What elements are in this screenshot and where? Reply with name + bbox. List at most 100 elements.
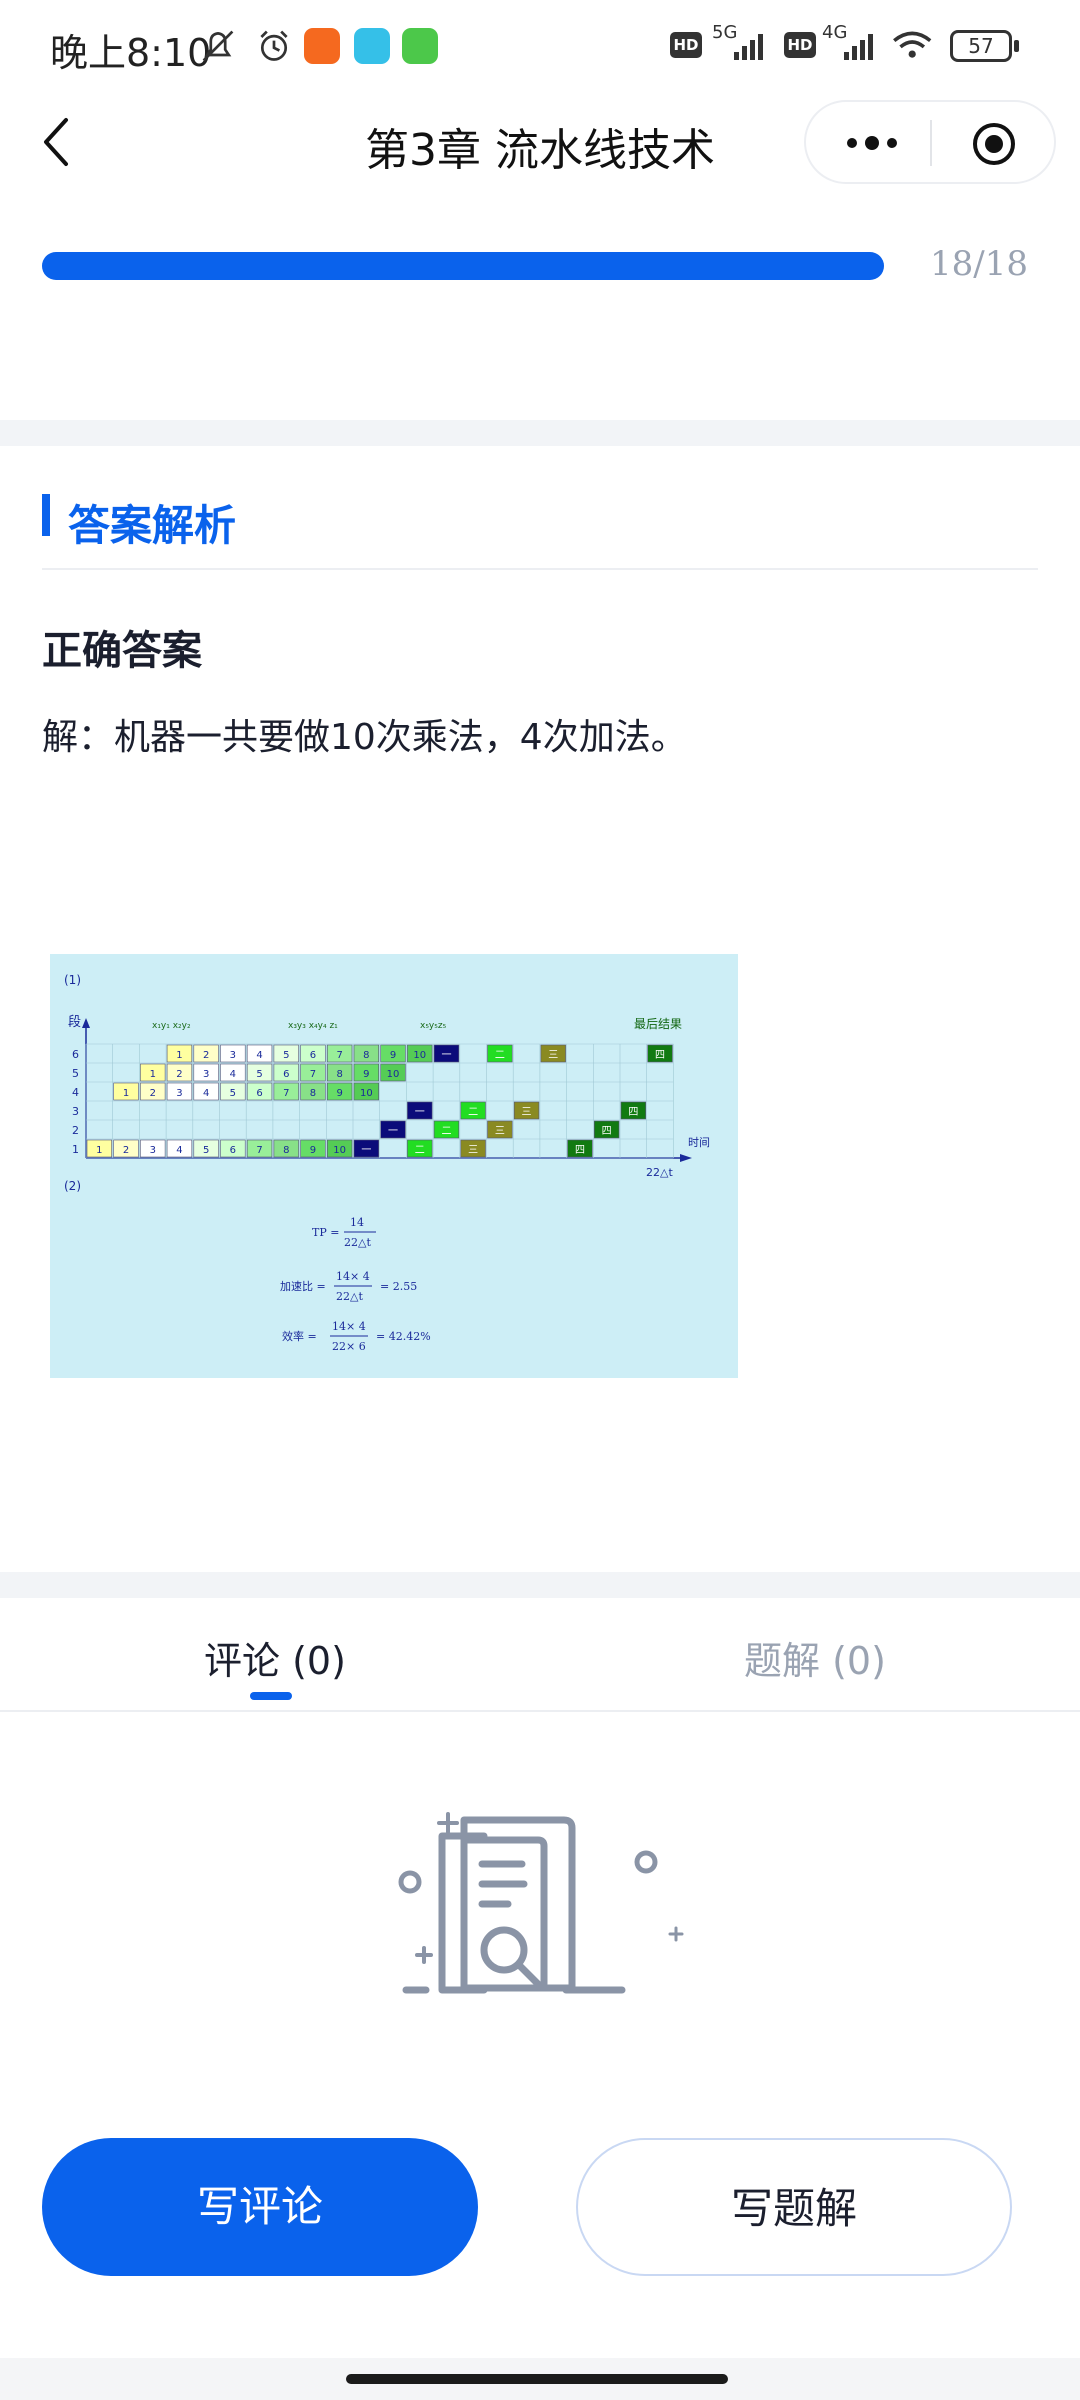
mult-cell-text: 9	[336, 1088, 342, 1099]
final-result-label: 最后结果	[634, 1017, 682, 1031]
mult-cell-text: 3	[203, 1069, 209, 1080]
status-bar: 晚上8:10 HD 5G HD 4G 57	[0, 0, 1080, 92]
x-axis-label: 时间	[688, 1136, 710, 1149]
y-axis-arrow	[82, 1018, 90, 1028]
menu-capsule	[804, 100, 1056, 184]
formulas: TP = 14 22△t 加速比 = 14× 4 22△t = 2.55 效率 …	[280, 1216, 431, 1353]
mult-cell-text: 10	[333, 1145, 346, 1156]
add-cell-text: 四	[575, 1145, 585, 1156]
solution-figure[interactable]: (1) 段 6 5 4 3 2 1 1 2 3 4 5 6 7 8 9 10 1 2 3 4 5 6 7 8 9 10 1 2 3 4 5…	[50, 954, 738, 1378]
mult-cell-text: 4	[230, 1069, 236, 1080]
navigation-bar: 第3章 流水线技术	[0, 92, 1080, 232]
mult-cell-text: 1	[150, 1069, 156, 1080]
tp-num: 14	[350, 1216, 364, 1229]
alarm-icon	[260, 30, 288, 61]
progress-bar	[42, 252, 884, 280]
mult-cell-text: 6	[283, 1069, 289, 1080]
add-cell-text: 一	[415, 1107, 425, 1118]
eff-num: 14× 4	[332, 1320, 366, 1333]
eff-val: = 42.42%	[376, 1330, 431, 1343]
write-comment-button[interactable]: 写评论	[42, 2138, 478, 2276]
mult-cell-text: 5	[203, 1145, 209, 1156]
mult-cell-text: 2	[123, 1145, 129, 1156]
add-cell-text: 三	[522, 1107, 532, 1118]
mult-cell-text: 3	[150, 1145, 156, 1156]
mult-cell-text: 6	[310, 1050, 316, 1061]
part1-label: (1)	[64, 973, 81, 987]
tp-left: TP =	[312, 1226, 339, 1239]
capsule-divider	[930, 120, 932, 166]
answer-explanation-text: 解：机器一共要做10次乘法，4次加法。	[42, 717, 687, 758]
x-axis-arrow	[680, 1154, 692, 1162]
mult-cell-text: 8	[283, 1145, 289, 1156]
mult-cell-text: 10	[360, 1088, 373, 1099]
mult-cell-text: 2	[203, 1050, 209, 1061]
part2-label: (2)	[64, 1179, 81, 1193]
mult-cell-text: 1	[176, 1050, 182, 1061]
target-close-icon[interactable]	[970, 120, 1018, 168]
mult-cell-text: 3	[230, 1050, 236, 1061]
mult-cell-text: 2	[176, 1069, 182, 1080]
mult-cell-text: 1	[96, 1145, 102, 1156]
progress-bar-fill	[42, 252, 884, 280]
speedup-num: 14× 4	[336, 1270, 370, 1283]
plane-app-icon	[354, 28, 390, 64]
add-cell-text: 三	[468, 1145, 478, 1156]
home-indicator[interactable]	[346, 2374, 728, 2384]
add-cell-text: 二	[468, 1107, 478, 1118]
mult-cell-text: 8	[310, 1088, 316, 1099]
mult-cell-text: 2	[150, 1088, 156, 1099]
hd-badge-1: HD	[670, 32, 702, 58]
stage-label: 1	[72, 1143, 79, 1156]
mult-cell-text: 3	[176, 1088, 182, 1099]
add-cell-text: 四	[628, 1107, 638, 1118]
add-cell-text: 一	[388, 1126, 398, 1137]
mult-cell-text: 9	[363, 1069, 369, 1080]
write-solution-button[interactable]: 写题解	[576, 2138, 1012, 2276]
mult-cell-text: 7	[336, 1050, 342, 1061]
stage-label: 5	[72, 1067, 79, 1080]
analysis-section-title: 答案解析	[68, 501, 237, 550]
col-label-2: x₃y₃ x₄y₄ z₁	[288, 1021, 338, 1031]
mult-cell-text: 8	[336, 1069, 342, 1080]
mult-cell-text: 9	[310, 1145, 316, 1156]
mult-cell-text: 7	[283, 1088, 289, 1099]
signal-icon-2	[844, 34, 873, 60]
mult-cell-text: 8	[363, 1050, 369, 1061]
mult-cell-text: 7	[310, 1069, 316, 1080]
add-cell-text: 一	[441, 1050, 451, 1061]
progress-count: 18/18	[930, 244, 1028, 284]
mult-cell-text: 9	[390, 1050, 396, 1061]
active-tab-indicator	[250, 1692, 292, 1700]
add-cell-text: 二	[441, 1126, 451, 1137]
add-cell-text: 三	[548, 1050, 558, 1061]
hd-badge-2: HD	[784, 32, 816, 58]
more-dots-icon[interactable]	[842, 128, 902, 158]
mult-cell-text: 10	[413, 1050, 426, 1061]
speedup-val: = 2.55	[380, 1280, 417, 1293]
stage-label: 3	[72, 1105, 79, 1118]
section-divider	[42, 568, 1038, 570]
stage-label: 4	[72, 1086, 79, 1099]
mult-cell-text: 4	[203, 1088, 209, 1099]
wifi-icon	[893, 31, 932, 58]
stage-labels: 6 5 4 3 2 1	[72, 1048, 79, 1156]
add-cell-text: 二	[495, 1050, 505, 1061]
correct-answer-title: 正确答案	[42, 628, 202, 674]
battery-indicator: 57	[950, 30, 1012, 62]
mult-cell-text: 6	[256, 1088, 262, 1099]
section-accent-bar	[42, 494, 50, 536]
speedup-den: 22△t	[336, 1290, 363, 1303]
col-label-1: x₁y₁ x₂y₂	[152, 1021, 191, 1031]
col-label-3: x₅y₅z₅	[420, 1021, 447, 1031]
mult-cell-text: 5	[256, 1069, 262, 1080]
add-cell-text: 一	[361, 1145, 371, 1156]
tab-comments[interactable]: 评论 (0)	[204, 1630, 346, 1685]
empty-document-search-icon	[398, 1812, 684, 1994]
signal-icon-1	[734, 34, 763, 60]
eff-den: 22× 6	[332, 1340, 366, 1353]
tab-solutions[interactable]: 题解 (0)	[744, 1630, 886, 1685]
tabs-divider	[0, 1710, 1080, 1712]
mute-icon	[202, 30, 234, 62]
add-cell-text: 四	[655, 1050, 665, 1061]
